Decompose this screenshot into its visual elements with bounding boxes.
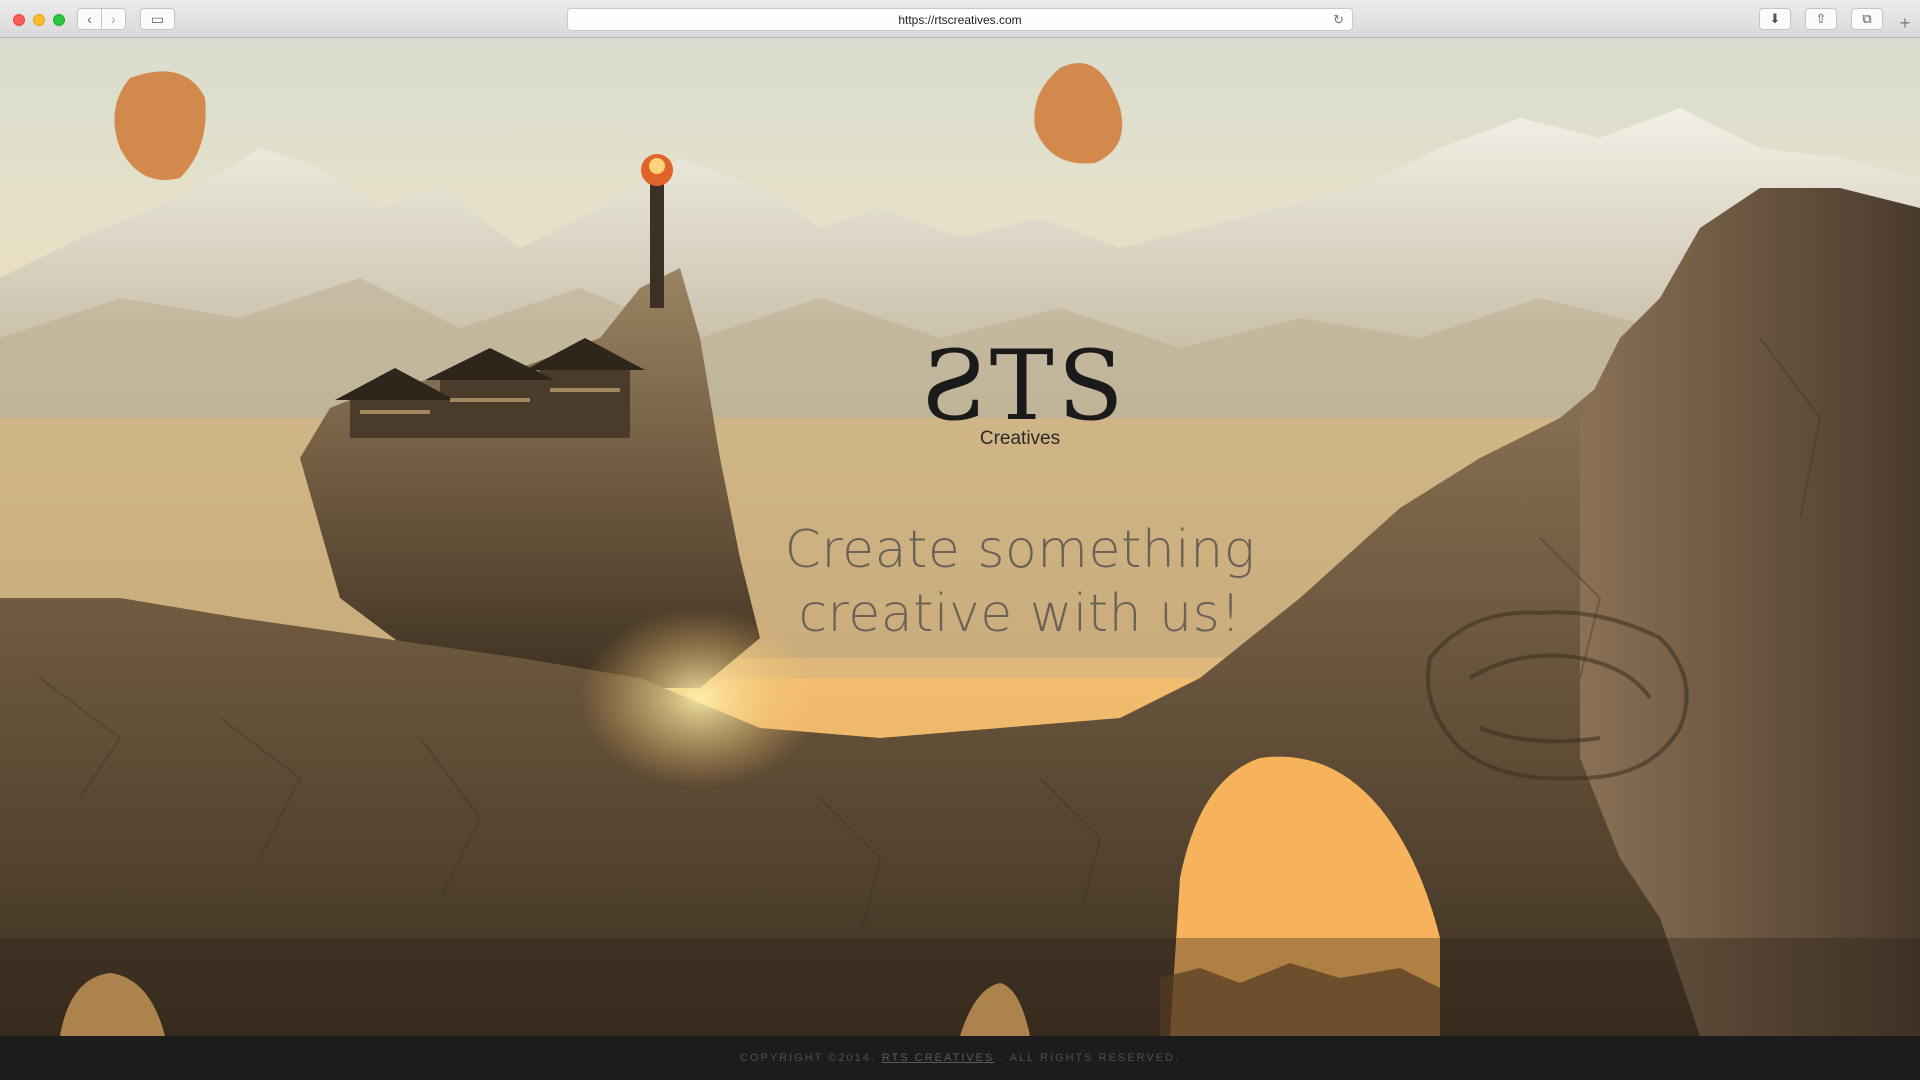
share-icon: ⇧ [1815,11,1827,26]
url-text: https://rtscreatives.com [898,12,1022,27]
download-icon: ⬇ [1769,11,1781,26]
zoom-window-button[interactable] [53,14,65,26]
hero-section: ƧTS Creatives Create something creative … [0,38,1920,1036]
reload-icon[interactable]: ↻ [1333,12,1344,28]
downloads-button[interactable]: ⬇ [1759,8,1791,30]
tab-overview-button[interactable]: ⧉ [1851,8,1883,30]
share-button[interactable]: ⇧ [1805,8,1837,30]
chevron-right-icon: › [111,11,116,27]
copyright-prefix: COPYRIGHT ©2014. [740,1052,876,1064]
close-window-button[interactable] [13,14,25,26]
copyright-suffix: . ALL RIGHTS RESERVED. [1000,1052,1180,1064]
page-footer: COPYRIGHT ©2014. RTS CREATIVES . ALL RIG… [0,1036,1920,1080]
footer-brand-link[interactable]: RTS CREATIVES [882,1052,994,1064]
address-bar[interactable]: https://rtscreatives.com ↻ [567,8,1353,31]
chevron-left-icon: ‹ [87,11,92,27]
minimize-window-button[interactable] [33,14,45,26]
sidebar-toggle-button[interactable]: ▭ [140,8,175,30]
logo-mark: ƧTS [920,330,1128,442]
tagline-line-1: Create something [784,520,1256,580]
tabs-icon: ⧉ [1862,11,1872,26]
hero-tagline: Create something creative with us! [720,518,1320,646]
forward-button[interactable]: › [101,8,126,30]
new-tab-button[interactable]: + [1894,12,1916,34]
plus-icon: + [1899,12,1911,33]
tagline-line-2: creative with us! [798,584,1242,644]
brand-logo[interactable]: ƧTS Creatives [920,330,1128,450]
browser-toolbar: ‹ › ▭ https://rtscreatives.com ↻ ⬇ ⇧ ⧉ + [0,0,1920,38]
back-button[interactable]: ‹ [77,8,102,30]
sidebar-icon: ▭ [150,10,165,27]
